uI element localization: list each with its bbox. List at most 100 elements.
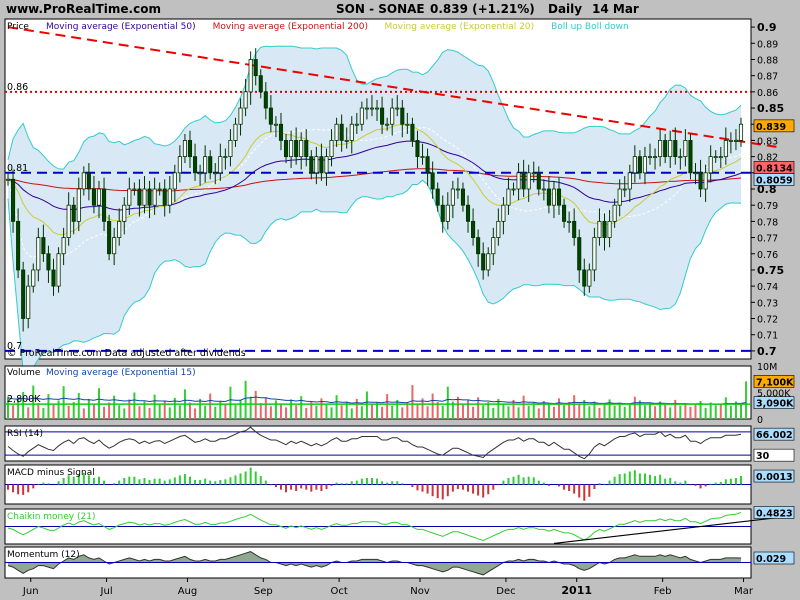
rsi-value-label-0: 66.002 [756, 430, 793, 441]
candle [476, 237, 481, 255]
candle [642, 156, 647, 174]
candle [16, 220, 21, 271]
candle [147, 188, 152, 206]
volume-bar [522, 395, 525, 419]
volume-bar [376, 402, 379, 419]
macd-bar [568, 484, 571, 491]
candle [531, 172, 536, 175]
chart-window: www.ProRealTime.com SON - SONAE 0.839 (+… [0, 0, 800, 600]
volume-bar [547, 404, 550, 419]
macd-bar [370, 478, 373, 485]
macd-bar [209, 480, 212, 485]
candle [76, 188, 81, 222]
candle [597, 220, 602, 238]
candle [572, 220, 577, 238]
macd-bar [724, 479, 727, 485]
candle [435, 188, 440, 206]
momentum-value-label-0: 0.029 [756, 554, 786, 565]
candle [364, 107, 369, 110]
volume-bar [295, 405, 298, 419]
volume-bar [12, 405, 15, 419]
macd-bar [355, 480, 358, 485]
candle [339, 123, 344, 141]
candle [602, 220, 607, 238]
candle [21, 269, 26, 319]
candle [673, 140, 678, 158]
candle [465, 204, 471, 222]
volume-bar [573, 395, 576, 419]
volume-bar [224, 403, 227, 419]
candle [91, 188, 96, 206]
macd-bar [224, 479, 227, 485]
x-tick-label: Sep [254, 586, 273, 597]
copyright-note: © ProRealTime.com Data adjusted after di… [7, 348, 246, 359]
macd-bar [522, 477, 525, 485]
macd-bar [563, 484, 566, 490]
volume-bar [537, 408, 540, 419]
macd-bar [628, 471, 631, 485]
volume-value-label-1: 3,090K [756, 399, 794, 410]
volume-bar [259, 403, 262, 419]
macd-bar [578, 484, 581, 498]
candle [142, 188, 147, 206]
level-label-1: 0.81 [7, 163, 28, 174]
volume-bar [128, 399, 131, 419]
candle [117, 220, 122, 238]
candle [415, 140, 420, 158]
candle [728, 140, 733, 142]
macd-bar [734, 478, 737, 485]
candle [698, 172, 703, 190]
chaikin-value-label-0: 0.4823 [756, 508, 793, 519]
volume-bar [87, 398, 90, 419]
candle [167, 188, 172, 206]
candle [354, 123, 359, 126]
macd-bar [158, 478, 161, 485]
macd-bar [517, 474, 520, 485]
candle [107, 220, 112, 255]
candle [41, 237, 46, 255]
volume-bar [745, 381, 748, 419]
candle [632, 156, 637, 174]
volume-bar [643, 405, 646, 419]
volume-bar [684, 403, 687, 419]
macd-bar [542, 482, 545, 485]
volume-bar [563, 405, 566, 419]
candle [334, 123, 339, 141]
volume-bar [386, 394, 389, 419]
volume-tick-label: 10M [757, 362, 777, 373]
candle [172, 172, 177, 190]
chart-canvas[interactable]: 0.860.810.70.90.890.880.870.860.850.840.… [0, 0, 800, 600]
candle [273, 123, 278, 126]
macd-bar [305, 484, 308, 490]
macd-bar [603, 483, 606, 485]
volume-bar [482, 405, 485, 419]
volume-bar [365, 391, 368, 419]
macd-bar [188, 476, 191, 485]
candle [607, 220, 612, 238]
macd-bar [381, 481, 384, 485]
price-legend-3: Boll up Boll down [551, 22, 629, 32]
macd-bar [684, 480, 687, 485]
candle [243, 91, 248, 109]
macd-bar [113, 483, 116, 485]
volume-bar [370, 403, 373, 419]
candle [683, 140, 688, 158]
candle [152, 188, 157, 206]
macd-bar [335, 482, 338, 485]
volume-bar [279, 404, 282, 419]
candle [218, 156, 223, 174]
volume-bar [113, 395, 116, 419]
candle [647, 156, 653, 159]
macd-bar [704, 484, 707, 487]
x-tick-label: Feb [654, 586, 672, 597]
macd-bar [472, 484, 475, 494]
macd-bar [153, 478, 156, 485]
volume-bar [603, 403, 606, 419]
price-tick-label: 0.7 [757, 345, 777, 358]
macd-bar [709, 483, 712, 485]
candle [314, 156, 319, 174]
macd-bar [123, 478, 126, 485]
macd-bar [330, 484, 333, 486]
candle [567, 220, 572, 223]
price-value-label-0: 0.839 [756, 122, 786, 133]
